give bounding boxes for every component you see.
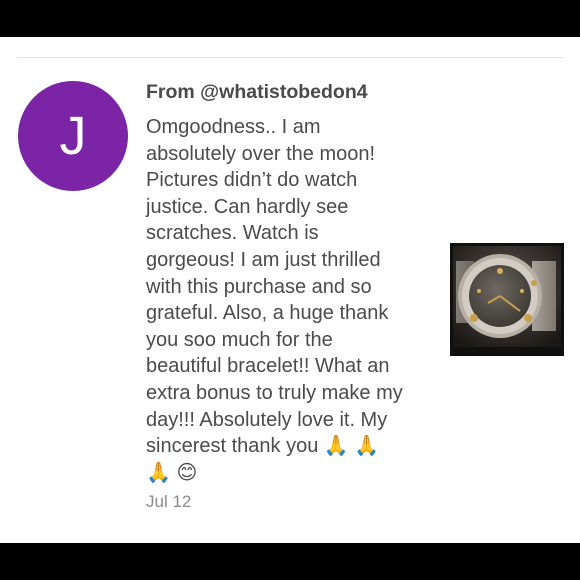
message-line: grateful. Also, a huge thank — [146, 302, 389, 325]
watch-photo-thumbnail[interactable] — [450, 243, 564, 356]
message-line: Omgoodness.. I am — [146, 116, 321, 138]
message-line: sincerest thank you 🙏 🙏 — [146, 435, 380, 458]
message-line: justice. Can hardly see — [146, 195, 349, 218]
message-line: with this purchase and so — [146, 275, 372, 298]
review-message: Omgoodness.. I am absolutely over the mo… — [146, 114, 432, 486]
message-line: you soo much for the — [146, 328, 333, 351]
message-line: extra bonus to truly make my — [146, 381, 403, 404]
message-line: gorgeous! I am just thrilled — [146, 248, 381, 271]
message-line: scratches. Watch is — [146, 222, 319, 245]
message-line: absolutely over the moon! — [146, 142, 376, 165]
avatar-letter: J — [59, 106, 87, 166]
watch-photo-icon — [453, 246, 561, 347]
review-card: J From @whatistobedon4 Omgoodness.. I am… — [0, 37, 580, 543]
review-date: Jul 12 — [146, 492, 192, 511]
message-line: beautiful bracelet!! What an — [146, 355, 390, 378]
top-divider — [17, 57, 563, 58]
message-line: 🙏 😊 — [146, 461, 198, 484]
review-author[interactable]: From @whatistobedon4 — [146, 81, 368, 104]
message-line: Pictures didn’t do watch — [146, 169, 358, 192]
avatar[interactable]: J — [18, 81, 128, 191]
message-line: day!!! Absolutely love it. My — [146, 408, 388, 431]
